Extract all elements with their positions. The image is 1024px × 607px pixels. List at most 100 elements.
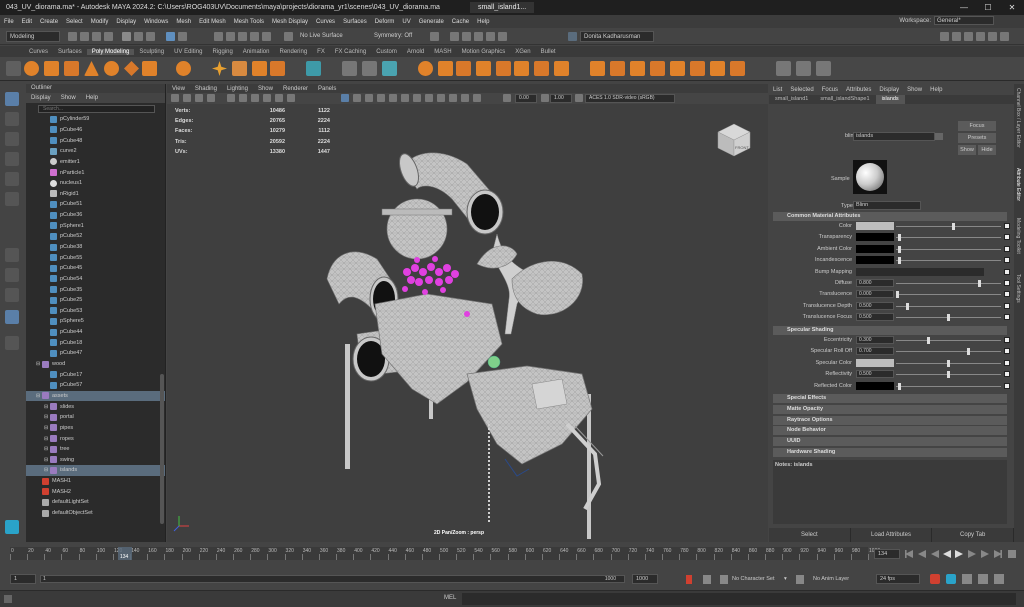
outliner-item[interactable]: MASH2: [26, 486, 165, 497]
lasso-tool-icon[interactable]: [5, 112, 19, 126]
outliner-item[interactable]: nucleus1: [26, 178, 165, 189]
image-plane-icon[interactable]: [207, 94, 215, 102]
ae-menu-help[interactable]: Help: [926, 87, 946, 93]
attr-slider-handle[interactable]: [896, 291, 899, 299]
section-special-effects[interactable]: Special Effects: [773, 394, 1007, 403]
svg-icon[interactable]: [270, 61, 285, 76]
go-to-end-icon[interactable]: [994, 550, 1002, 558]
shelf-tab-bullet[interactable]: Bullet: [536, 49, 561, 55]
menu-file[interactable]: File: [0, 19, 18, 25]
outliner-menu-show[interactable]: Show: [56, 95, 81, 101]
outliner-item[interactable]: pCube46: [26, 125, 165, 136]
channel-box-icon[interactable]: [952, 32, 961, 41]
depth-of-field-icon[interactable]: [425, 94, 433, 102]
platonic-solid-icon[interactable]: [176, 61, 191, 76]
outliner-item[interactable]: ⊟ tree: [26, 444, 165, 455]
anim-layer-label[interactable]: No Anim Layer: [813, 576, 849, 582]
attr-value-field[interactable]: 0.500: [856, 370, 894, 379]
history-icon[interactable]: [430, 32, 439, 41]
user-account-dropdown[interactable]: Donita Kadharusman: [580, 31, 654, 42]
move-tool-icon[interactable]: [5, 152, 19, 166]
preferences-icon[interactable]: [978, 574, 988, 584]
render-frame-icon[interactable]: [450, 32, 459, 41]
workspace-dropdown[interactable]: General*: [934, 16, 994, 25]
map-button-icon[interactable]: [1004, 257, 1010, 264]
target-weld-icon[interactable]: [630, 61, 645, 76]
select-by-component-icon[interactable]: [146, 32, 155, 41]
playback-options-icon[interactable]: [1008, 550, 1016, 558]
select-by-hierarchy-icon[interactable]: [122, 32, 131, 41]
poly-disc-icon[interactable]: [142, 61, 157, 76]
map-button-icon[interactable]: [1004, 314, 1010, 321]
viewport-menu-shading[interactable]: Shading: [190, 86, 222, 92]
collapse-icon[interactable]: [610, 61, 625, 76]
next-key-icon[interactable]: [968, 550, 976, 558]
shelf-tab-poly-modeling[interactable]: Poly Modeling: [86, 48, 135, 55]
map-button-icon[interactable]: [1004, 268, 1010, 275]
menu-surfaces[interactable]: Surfaces: [339, 19, 371, 25]
outliner-item[interactable]: ⊟ slides: [26, 401, 165, 412]
ae-select-button[interactable]: Select: [769, 528, 851, 542]
attr-slider-handle[interactable]: [898, 382, 902, 390]
antialias-icon[interactable]: [413, 94, 421, 102]
outliner-item[interactable]: ⊟ islands: [26, 465, 165, 476]
attr-color-swatch[interactable]: [856, 256, 894, 265]
outliner-item[interactable]: ⊟ swing: [26, 455, 165, 466]
attr-slider-handle[interactable]: [906, 302, 910, 310]
audio-icon[interactable]: [962, 574, 972, 584]
select-joint-icon[interactable]: [178, 32, 187, 41]
viewport-menu-renderer[interactable]: Renderer: [278, 86, 313, 92]
shelf-tab-sculpting[interactable]: Sculpting: [134, 49, 169, 55]
menu-edit-mesh[interactable]: Edit Mesh: [195, 19, 230, 25]
attr-slider[interactable]: [896, 237, 1001, 239]
attr-value-field[interactable]: 0.300: [856, 336, 894, 344]
attr-value-field[interactable]: 0.000: [856, 290, 894, 299]
select-tool-icon[interactable]: [5, 92, 19, 106]
anim-prefs-icon[interactable]: [994, 574, 1004, 584]
ae-tab-small_island1[interactable]: small_island1: [769, 95, 814, 104]
shelf-tab-rigging[interactable]: Rigging: [207, 49, 237, 55]
side-tab-attribute-editor[interactable]: Attribute Editor: [1015, 168, 1021, 201]
ae-menu-focus[interactable]: Focus: [818, 87, 842, 93]
poly-sphere-icon[interactable]: [24, 61, 39, 76]
attr-slider[interactable]: [896, 260, 1001, 262]
menu-windows[interactable]: Windows: [140, 19, 172, 25]
char-set-dropdown-arrow[interactable]: ▾: [784, 576, 787, 582]
outliner-item[interactable]: ⊟ pipes: [26, 423, 165, 434]
loop-icon[interactable]: [930, 574, 940, 584]
menu-deform[interactable]: Deform: [371, 19, 399, 25]
viewport-menu-view[interactable]: View: [167, 86, 190, 92]
viewport-panel[interactable]: View Shading Lighting Show Renderer Panels 0.…: [167, 84, 768, 542]
wedge-icon[interactable]: [670, 61, 685, 76]
attr-slider-handle[interactable]: [967, 348, 971, 356]
outliner-item[interactable]: pCylinder59: [26, 114, 165, 125]
range-end-field[interactable]: 1000: [632, 574, 658, 584]
attr-color-swatch[interactable]: [856, 358, 894, 367]
attr-slider[interactable]: [896, 340, 1001, 341]
outliner-item[interactable]: pCube38: [26, 242, 165, 253]
outliner-item[interactable]: nParticle1: [26, 167, 165, 178]
attr-slider-handle[interactable]: [898, 234, 902, 242]
select-handle-icon[interactable]: [166, 32, 175, 41]
attr-value-field[interactable]: 0.700: [856, 347, 894, 356]
play-backward-icon[interactable]: [943, 550, 951, 558]
menu-select[interactable]: Select: [62, 19, 87, 25]
outliner-menu-display[interactable]: Display: [26, 95, 56, 101]
viewport-menu-show[interactable]: Show: [253, 86, 278, 92]
outliner-item[interactable]: ⊟ portal: [26, 412, 165, 423]
outliner-item[interactable]: pCube35: [26, 284, 165, 295]
map-button-icon[interactable]: [1004, 223, 1010, 229]
ae-tab-islands[interactable]: islands: [875, 95, 905, 104]
outliner-item[interactable]: curve2: [26, 146, 165, 157]
attr-color-swatch[interactable]: [856, 233, 894, 242]
exposure-field[interactable]: 0.00: [515, 94, 537, 103]
bridge-icon[interactable]: [438, 61, 453, 76]
outliner-menu-help[interactable]: Help: [81, 95, 103, 101]
attr-slider-handle[interactable]: [947, 314, 950, 322]
paint-select-icon[interactable]: [5, 132, 19, 146]
outliner-scrollbar[interactable]: [160, 374, 164, 524]
single-view-icon[interactable]: [5, 248, 19, 262]
command-input[interactable]: [462, 593, 1016, 605]
shelf-tab-arnold[interactable]: Arnold: [402, 49, 429, 55]
menu-modify[interactable]: Modify: [87, 19, 113, 25]
